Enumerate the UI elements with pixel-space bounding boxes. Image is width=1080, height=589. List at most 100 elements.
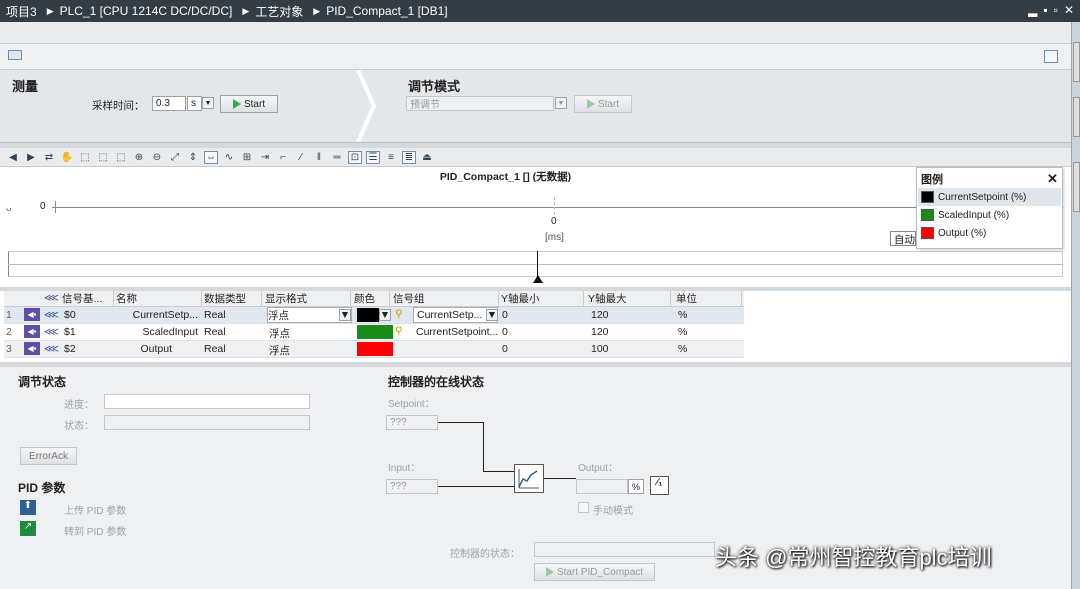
breadcrumb-plc[interactable]: PLC_1 [CPU 1214C DC/DC/DC]	[60, 4, 233, 18]
task-tab[interactable]	[1073, 97, 1080, 137]
manual-value-icon[interactable]: ⁄₁	[650, 476, 669, 495]
pan-hand-icon[interactable]: ✋	[60, 151, 74, 164]
breadcrumb-project[interactable]: 项目3	[6, 3, 37, 20]
col-datatype[interactable]: 数据类型	[204, 291, 262, 306]
close-icon[interactable]: ✕	[1064, 3, 1074, 17]
x-axis-line	[52, 207, 1062, 208]
measure-start-button[interactable]: Start	[220, 95, 278, 113]
col-ymax[interactable]: Y轴最大	[588, 291, 671, 306]
tuning-mode-select[interactable]: 预调节	[406, 96, 554, 111]
color-swatch[interactable]	[357, 325, 393, 339]
line-icon[interactable]: ⌐	[276, 151, 290, 164]
cell-group[interactable]: CurrentSetpoint...	[416, 326, 498, 338]
col-format[interactable]: 显示格式	[265, 291, 351, 306]
cell-name[interactable]: CurrentSetp...	[116, 309, 202, 321]
cell-ymin[interactable]: 0	[502, 343, 508, 355]
cell-type: Real	[204, 343, 226, 355]
cell-format[interactable]: 浮点	[269, 326, 290, 341]
cell-format[interactable]: 浮点	[269, 343, 290, 358]
scale-y-icon[interactable]: ⇕	[186, 151, 200, 164]
legend-item[interactable]: CurrentSetpoint (%)	[921, 191, 1026, 203]
color-swatch[interactable]	[357, 308, 379, 322]
scale-x-icon[interactable]: ⇔	[204, 150, 218, 164]
minimize-icon[interactable]: ▂	[1028, 3, 1037, 17]
legend-item[interactable]: ScaledInput (%)	[921, 209, 1009, 221]
group-dropdown-icon[interactable]: ▼	[486, 309, 498, 321]
status-label: 状态：	[64, 421, 94, 432]
horizontal-cursor-icon[interactable]: ═	[330, 151, 344, 164]
breadcrumb-pid[interactable]: PID_Compact_1 [DB1]	[326, 4, 447, 18]
manual-mode-checkbox[interactable]	[578, 502, 589, 513]
insert-cursor-icon[interactable]: ⊡	[348, 150, 362, 164]
zoom-select-icon[interactable]: ⬚	[78, 151, 92, 164]
format-dropdown-icon[interactable]: ▼	[339, 309, 351, 321]
sample-time-input[interactable]: 0.3	[152, 96, 186, 111]
play-icon	[586, 99, 595, 109]
col-group[interactable]: 信号组	[393, 291, 499, 306]
cell-name[interactable]: Output	[116, 343, 202, 355]
table-row[interactable]: 1 ◀▪ ⋘ $0 CurrentSetp... Real 浮点 ▼ ▼ ⚲ C…	[4, 307, 744, 324]
breadcrumb-tech-objects[interactable]: 工艺对象	[255, 3, 303, 20]
unit-dropdown-icon[interactable]: ▼	[202, 97, 214, 109]
signal-table-icon[interactable]: ≣	[402, 150, 416, 164]
align-icon[interactable]: ⇥	[258, 151, 272, 164]
goto-params-link[interactable]: 转到 PID 参数	[64, 523, 126, 538]
panel-layout-icon[interactable]	[1044, 50, 1058, 63]
diagonal-icon[interactable]: ⁄	[294, 151, 308, 164]
curve-icon[interactable]: ∿	[222, 151, 236, 164]
start-pid-button[interactable]: Start PID_Compact	[534, 563, 655, 581]
legend-item[interactable]: Output (%)	[921, 227, 986, 239]
cell-name[interactable]: ScaledInput	[116, 326, 202, 338]
cell-ymax[interactable]: 120	[591, 309, 609, 321]
task-tab[interactable]	[1073, 162, 1080, 212]
tuning-dropdown-icon[interactable]: ▼	[555, 97, 567, 109]
cell-format: 浮点	[268, 309, 289, 322]
task-tab[interactable]	[1073, 42, 1080, 82]
row-number: 1	[6, 309, 12, 321]
measure-cursor-icon[interactable]: ⊞	[240, 151, 254, 164]
col-ymin[interactable]: Y轴最小	[501, 291, 584, 306]
color-dropdown-icon[interactable]: ▼	[379, 309, 391, 321]
color-swatch[interactable]	[357, 342, 393, 356]
back-icon[interactable]: ◀	[6, 151, 20, 164]
manual-mode-label: 手动模式	[593, 506, 633, 517]
output-label: Output：	[578, 463, 619, 474]
goto-arrow-icon[interactable]: ↗	[20, 521, 36, 536]
export-icon[interactable]: ⏏	[420, 151, 434, 164]
trend-chart[interactable]: PID_Compact_1 [] (无数据) ᴗ 0 0 [ms] 自动	[0, 167, 1071, 287]
zoom-reset-icon[interactable]: ⤢	[168, 151, 182, 164]
restore-icon[interactable]: ▪	[1043, 3, 1047, 17]
zoom-out-icon[interactable]: ⊖	[150, 151, 164, 164]
sync-icon[interactable]: ⇄	[42, 151, 56, 164]
sample-time-unit: s	[187, 96, 202, 111]
table-icon[interactable]: ≡	[384, 151, 398, 164]
col-signal[interactable]: 信号基...	[62, 291, 114, 306]
zoom-y-icon[interactable]: ⬚	[114, 151, 128, 164]
cell-ymin[interactable]: 0	[502, 326, 508, 338]
controller-state-field	[534, 542, 715, 557]
table-row[interactable]: 2 ◀▪ ⋘ $1 ScaledInput Real 浮点 ⚲ CurrentS…	[4, 324, 744, 341]
col-name[interactable]: 名称	[116, 291, 202, 306]
col-unit[interactable]: 单位	[676, 291, 742, 306]
progress-label: 进度：	[64, 400, 94, 411]
legend-close-icon[interactable]: ✕	[1047, 171, 1058, 187]
zoom-in-icon[interactable]: ⊕	[132, 151, 146, 164]
editor-toolbar	[0, 44, 1071, 70]
cell-ymin[interactable]: 0	[502, 309, 508, 321]
time-cursor-handle-icon[interactable]	[533, 275, 543, 283]
tuning-start-button[interactable]: Start	[574, 95, 632, 113]
cell-ymax[interactable]: 100	[591, 343, 609, 355]
error-ack-button[interactable]: ErrorAck	[20, 447, 77, 465]
cell-ymax[interactable]: 120	[591, 326, 609, 338]
upload-icon[interactable]: ⬆	[20, 500, 36, 515]
network-icon[interactable]	[8, 50, 22, 60]
auto-scale-button[interactable]: 自动	[890, 231, 916, 246]
upload-params-link[interactable]: 上传 PID 参数	[64, 502, 126, 517]
forward-icon[interactable]: ▶	[24, 151, 38, 164]
vertical-cursor-icon[interactable]: ‖	[312, 151, 326, 164]
table-row[interactable]: 3 ◀▪ ⋘ $2 Output Real 浮点 0 100 %	[4, 341, 744, 358]
maximize-icon[interactable]: ▫	[1054, 3, 1058, 17]
legend-list-icon[interactable]: ☰	[366, 150, 380, 164]
col-color[interactable]: 颜色	[354, 291, 390, 306]
zoom-x-icon[interactable]: ⬚	[96, 151, 110, 164]
